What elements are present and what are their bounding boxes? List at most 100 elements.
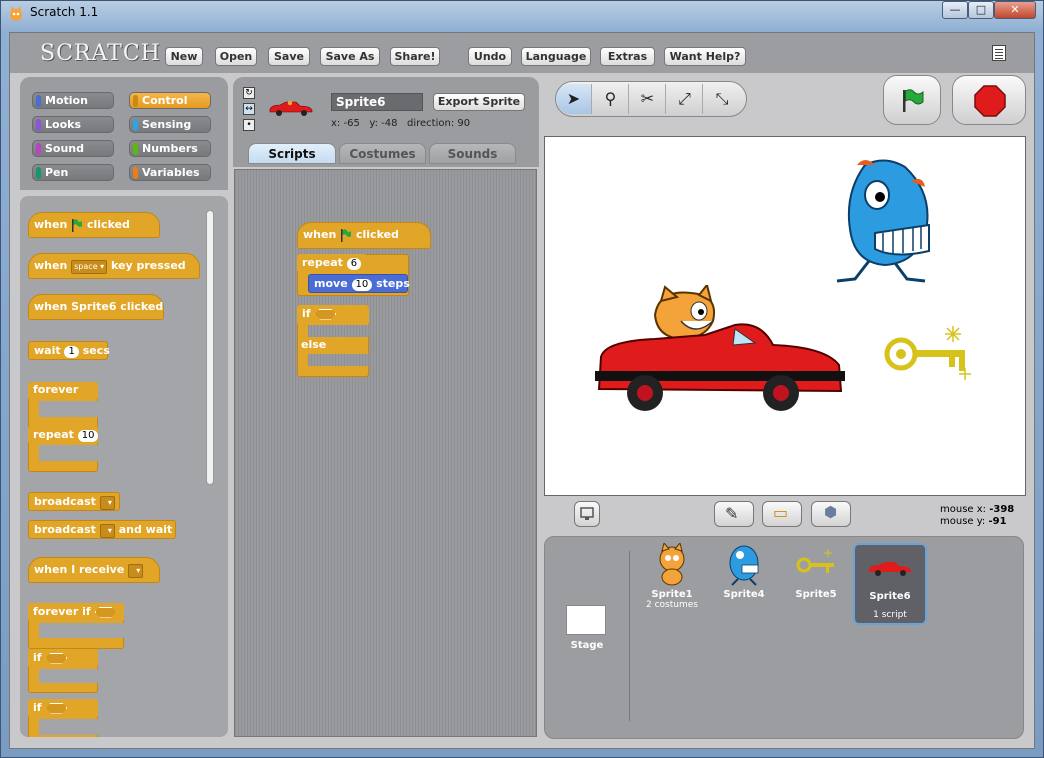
if-slot bbox=[308, 325, 370, 337]
want-help-button[interactable]: Want Help? bbox=[664, 47, 746, 66]
arrow-icon[interactable]: ➤ bbox=[556, 84, 592, 114]
sprite-thumb-sprite5[interactable]: Sprite5 bbox=[780, 543, 852, 625]
new-button[interactable]: New bbox=[165, 47, 203, 66]
block-forever[interactable]: forever bbox=[28, 382, 99, 428]
surprise-sprite-button[interactable]: ⬢ bbox=[811, 501, 851, 527]
sprite-name: Sprite5 bbox=[795, 589, 837, 600]
car-sprite[interactable] bbox=[595, 285, 845, 417]
choose-sprite-from-file-button[interactable]: ▭ bbox=[762, 501, 802, 527]
tab-scripts[interactable]: Scripts bbox=[248, 143, 336, 164]
category-motion[interactable]: Motion bbox=[32, 92, 114, 109]
script-move-steps[interactable]: move 10 steps bbox=[308, 274, 410, 293]
block-when-i-receive[interactable]: when I receive ▾ bbox=[28, 557, 160, 583]
yellow-key-sprite[interactable] bbox=[879, 322, 975, 382]
surprise-box-icon: ⬢ bbox=[824, 503, 838, 521]
shrink-icon[interactable]: ⤡ bbox=[704, 84, 740, 114]
message-dropdown[interactable]: ▾ bbox=[99, 524, 115, 538]
block-text: secs bbox=[82, 344, 110, 357]
block-if[interactable]: if bbox=[28, 649, 99, 693]
block-if-else[interactable]: if bbox=[28, 699, 99, 737]
condition-slot[interactable] bbox=[314, 308, 337, 320]
stage[interactable] bbox=[544, 136, 1026, 496]
stage-thumbnail[interactable] bbox=[566, 605, 606, 635]
stop-button[interactable] bbox=[952, 75, 1026, 125]
sprite-thumb-sprite4[interactable]: Sprite4 bbox=[708, 543, 780, 625]
flip-icon[interactable]: ↔ bbox=[243, 103, 255, 115]
block-text: if bbox=[302, 307, 311, 320]
repeat-value[interactable]: 6 bbox=[346, 258, 362, 270]
message-dropdown[interactable]: ▾ bbox=[99, 496, 115, 510]
key-dropdown[interactable]: space ▾ bbox=[71, 260, 108, 274]
scratch-logo: SCRATCH bbox=[40, 41, 161, 66]
script-when-flag-clicked[interactable]: when clicked bbox=[297, 222, 431, 249]
stage-tool-bar: ➤ ⚲ ✂ ⤢ ⤡ bbox=[555, 81, 747, 117]
tab-sounds[interactable]: Sounds bbox=[429, 143, 516, 164]
rotate-icon[interactable]: ↻ bbox=[243, 87, 255, 99]
sprite-thumbnail-icon bbox=[269, 100, 313, 116]
block-text: if bbox=[33, 651, 42, 664]
sprite-thumb-sprite1[interactable]: Sprite1 2 costumes bbox=[636, 541, 708, 625]
block-palette: when clicked when space ▾ key pressed wh… bbox=[20, 196, 228, 737]
category-variables[interactable]: Variables bbox=[129, 164, 211, 181]
mouse-x-value: -398 bbox=[989, 504, 1015, 515]
category-label: Sensing bbox=[142, 118, 192, 131]
tab-costumes[interactable]: Costumes bbox=[339, 143, 426, 164]
condition-slot[interactable] bbox=[94, 606, 117, 618]
sprite-name-field[interactable]: Sprite6 bbox=[331, 93, 423, 111]
undo-button[interactable]: Undo bbox=[468, 47, 512, 66]
block-text: move bbox=[314, 277, 348, 290]
category-control[interactable]: Control bbox=[129, 92, 211, 109]
category-sensing[interactable]: Sensing bbox=[129, 116, 211, 133]
scripts-area[interactable]: when clicked repeat 6 move 10 steps if e… bbox=[234, 169, 537, 737]
palette-scrollbar[interactable] bbox=[206, 210, 214, 485]
category-pen[interactable]: Pen bbox=[32, 164, 114, 181]
wait-value[interactable]: 1 bbox=[64, 346, 79, 358]
condition-slot[interactable] bbox=[45, 702, 68, 714]
export-sprite-button[interactable]: Export Sprite bbox=[433, 93, 525, 111]
share-button[interactable]: Share! bbox=[390, 47, 440, 66]
no-rotate-icon[interactable]: • bbox=[243, 119, 255, 131]
script-if-else[interactable]: if else bbox=[297, 305, 370, 377]
green-flag-button[interactable] bbox=[883, 75, 941, 125]
menu-icon[interactable] bbox=[992, 45, 1006, 61]
block-broadcast[interactable]: broadcast ▾ bbox=[28, 492, 120, 511]
block-when-key-pressed[interactable]: when space ▾ key pressed bbox=[28, 253, 200, 279]
category-numbers[interactable]: Numbers bbox=[129, 140, 211, 157]
block-text: when bbox=[34, 218, 68, 231]
block-wait-secs[interactable]: wait 1 secs bbox=[28, 341, 110, 360]
block-forever-if[interactable]: forever if bbox=[28, 603, 125, 649]
condition-slot[interactable] bbox=[45, 652, 68, 664]
save-button[interactable]: Save bbox=[268, 47, 310, 66]
sprite-thumb-sprite6[interactable]: Sprite6 1 script bbox=[853, 543, 927, 625]
maximize-button[interactable]: □ bbox=[968, 1, 994, 19]
grow-icon[interactable]: ⤢ bbox=[667, 84, 703, 114]
block-when-flag-clicked[interactable]: when clicked bbox=[28, 212, 160, 238]
category-sound[interactable]: Sound bbox=[32, 140, 114, 157]
variables-color-dot bbox=[133, 167, 138, 179]
green-flag-icon bbox=[903, 89, 924, 112]
stamp-icon[interactable]: ⚲ bbox=[593, 84, 629, 114]
minimize-button[interactable]: — bbox=[942, 1, 968, 19]
else-slot bbox=[308, 354, 370, 366]
extras-button[interactable]: Extras bbox=[600, 47, 655, 66]
top-toolbar: SCRATCH New Open Save Save As Share! Und… bbox=[10, 33, 1034, 73]
language-button[interactable]: Language bbox=[521, 47, 591, 66]
open-button[interactable]: Open bbox=[215, 47, 257, 66]
category-looks[interactable]: Looks bbox=[32, 116, 114, 133]
paint-new-sprite-button[interactable]: ✎ bbox=[714, 501, 754, 527]
message-dropdown[interactable]: ▾ bbox=[128, 564, 144, 578]
motion-color-dot bbox=[36, 95, 41, 107]
sprite5-image bbox=[780, 543, 852, 589]
block-when-sprite-clicked[interactable]: when Sprite6 clicked bbox=[28, 294, 164, 320]
move-value[interactable]: 10 bbox=[351, 279, 373, 291]
presentation-mode-button[interactable] bbox=[574, 501, 600, 527]
save-as-button[interactable]: Save As bbox=[320, 47, 380, 66]
close-button[interactable]: ✕ bbox=[994, 1, 1036, 19]
block-repeat[interactable]: repeat 10 bbox=[28, 426, 99, 472]
repeat-value[interactable]: 10 bbox=[77, 430, 99, 442]
scissors-icon[interactable]: ✂ bbox=[630, 84, 666, 114]
blue-monster-sprite[interactable] bbox=[825, 155, 941, 285]
block-text: broadcast bbox=[34, 495, 96, 508]
x-value: -65 bbox=[343, 118, 360, 129]
block-broadcast-and-wait[interactable]: broadcast ▾ and wait bbox=[28, 520, 176, 539]
